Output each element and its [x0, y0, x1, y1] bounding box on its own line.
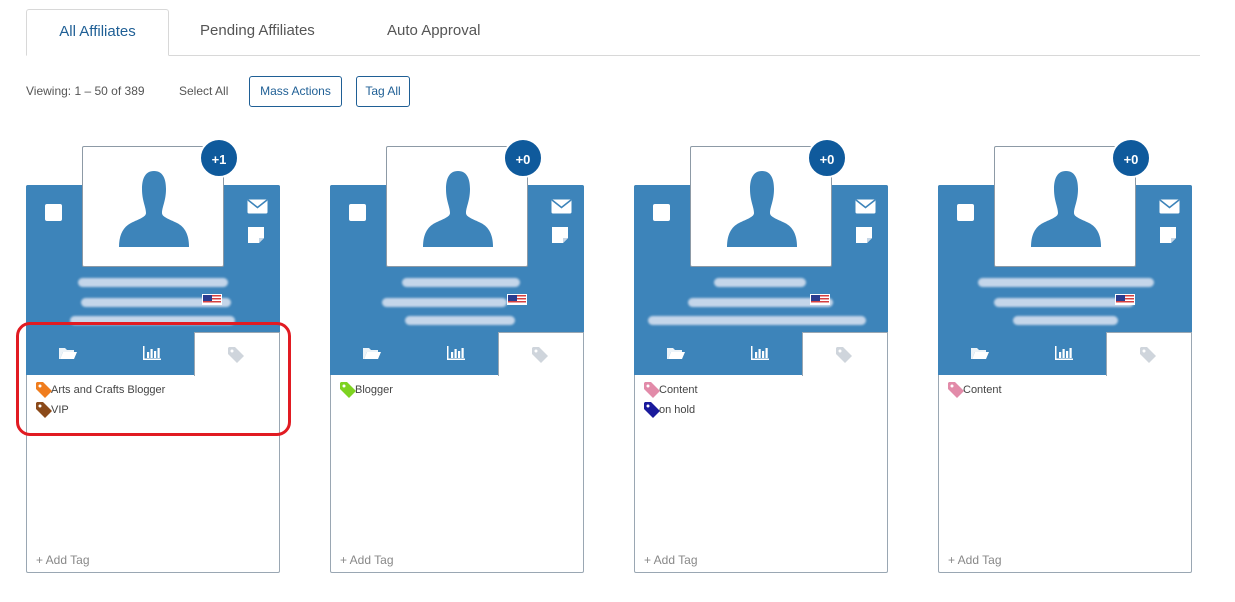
- redacted-text: [648, 316, 866, 325]
- tag-item[interactable]: Content: [938, 380, 1192, 400]
- us-flag-icon: [810, 294, 830, 305]
- select-all-link[interactable]: Select All: [179, 84, 228, 98]
- us-flag-icon: [1115, 294, 1135, 305]
- tag-list: Arts and Crafts Blogger VIP: [26, 380, 280, 420]
- count-badge: +0: [503, 138, 543, 178]
- tab-all-affiliates[interactable]: All Affiliates: [26, 9, 169, 56]
- envelope-icon[interactable]: [1159, 199, 1180, 219]
- subtab-files[interactable]: [26, 332, 110, 375]
- subtab-files[interactable]: [634, 332, 718, 375]
- redacted-text: [714, 278, 806, 287]
- subtab-files[interactable]: [938, 332, 1022, 375]
- card-subtabs: [938, 332, 1192, 376]
- note-icon[interactable]: [1160, 227, 1176, 248]
- count-badge: +0: [807, 138, 847, 178]
- subtab-stats[interactable]: [1022, 332, 1106, 375]
- mass-actions-button[interactable]: Mass Actions: [249, 76, 342, 107]
- redacted-text: [1013, 316, 1118, 325]
- redacted-text: [382, 298, 507, 307]
- subtab-stats[interactable]: [110, 332, 194, 375]
- tag-item[interactable]: Arts and Crafts Blogger: [26, 380, 280, 400]
- affiliate-card: +1 Arts and Crafts Blogger VIP + Add Tag: [26, 138, 280, 573]
- select-checkbox[interactable]: [653, 204, 670, 221]
- affiliate-card: +0 Content on hold + Add Tag: [634, 138, 888, 573]
- redacted-text: [405, 316, 515, 325]
- us-flag-icon: [202, 294, 222, 305]
- subtab-stats[interactable]: [414, 332, 498, 375]
- tag-label: Content: [659, 384, 698, 396]
- tag-all-button[interactable]: Tag All: [356, 76, 410, 107]
- tag-list: Content: [938, 380, 1192, 400]
- tag-item[interactable]: Content: [634, 380, 888, 400]
- tag-item[interactable]: Blogger: [330, 380, 584, 400]
- note-icon[interactable]: [856, 227, 872, 248]
- select-checkbox[interactable]: [957, 204, 974, 221]
- redacted-text: [402, 278, 520, 287]
- affiliate-card: +0 Blogger + Add Tag: [330, 138, 584, 573]
- add-tag-link[interactable]: + Add Tag: [36, 553, 90, 567]
- subtab-files[interactable]: [330, 332, 414, 375]
- redacted-text: [70, 316, 235, 325]
- subtab-tags[interactable]: [1106, 332, 1192, 376]
- tag-label: Arts and Crafts Blogger: [51, 384, 166, 396]
- select-checkbox[interactable]: [45, 204, 62, 221]
- tab-auto-approval[interactable]: Auto Approval: [387, 9, 480, 56]
- tab-pending-affiliates[interactable]: Pending Affiliates: [200, 9, 315, 56]
- tag-list: Content on hold: [634, 380, 888, 420]
- add-tag-link[interactable]: + Add Tag: [644, 553, 698, 567]
- affiliate-tabs: All Affiliates Pending Affiliates Auto A…: [26, 9, 1200, 56]
- note-icon[interactable]: [552, 227, 568, 248]
- add-tag-link[interactable]: + Add Tag: [948, 553, 1002, 567]
- tag-label: Blogger: [355, 384, 393, 396]
- tag-list: Blogger: [330, 380, 584, 400]
- select-checkbox[interactable]: [349, 204, 366, 221]
- tag-label: on hold: [659, 404, 696, 416]
- redacted-text: [78, 278, 228, 287]
- envelope-icon[interactable]: [247, 199, 268, 219]
- subtab-tags[interactable]: [802, 332, 888, 376]
- subtab-tags[interactable]: [498, 332, 584, 376]
- us-flag-icon: [507, 294, 527, 305]
- tag-item[interactable]: VIP: [26, 400, 280, 420]
- add-tag-link[interactable]: + Add Tag: [340, 553, 394, 567]
- card-subtabs: [634, 332, 888, 376]
- subtab-tags[interactable]: [194, 332, 280, 376]
- viewing-count: Viewing: 1 – 50 of 389: [26, 84, 145, 98]
- count-badge: +0: [1111, 138, 1151, 178]
- affiliate-card: +0 Content + Add Tag: [938, 138, 1192, 573]
- note-icon[interactable]: [248, 227, 264, 248]
- tag-item[interactable]: on hold: [634, 400, 888, 420]
- card-subtabs: [330, 332, 584, 376]
- card-subtabs: [26, 332, 280, 376]
- subtab-stats[interactable]: [718, 332, 802, 375]
- tag-label: VIP: [51, 404, 69, 416]
- envelope-icon[interactable]: [855, 199, 876, 219]
- tag-label: Content: [963, 384, 1002, 396]
- count-badge: +1: [199, 138, 239, 178]
- envelope-icon[interactable]: [551, 199, 572, 219]
- redacted-text: [994, 298, 1134, 307]
- redacted-text: [978, 278, 1154, 287]
